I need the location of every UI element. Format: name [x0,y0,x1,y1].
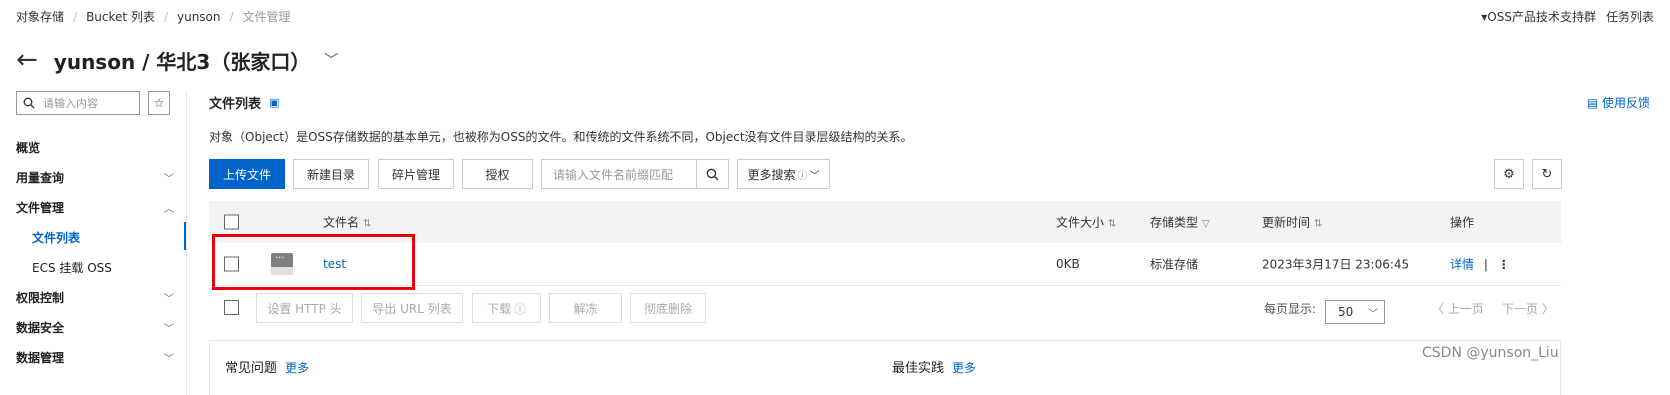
chevron-down-icon: ﹀ [164,353,174,365]
next-page-button[interactable]: 下一页 〉 [1502,300,1554,317]
sidebar-item-usage[interactable]: 用量查询 ﹀ [0,162,186,192]
upload-button[interactable]: 上传文件 [209,159,285,189]
page-size-label: 每页显示: [1264,302,1317,316]
column-header-size[interactable]: 文件大小 ⇅ [1056,214,1116,231]
clipboard-icon[interactable]: ▣ [269,96,279,109]
sidebar-nav: 概览 用量查询 ﹀ 文件管理 ︿ 文件列表 ECS 挂载 OSS 权限控制 ﹀ 数据安… [0,132,186,372]
help-panel: 常见问题 更多 最佳实践 更多 [209,340,1561,395]
chevron-down-icon: ﹀ [1368,308,1378,320]
column-header-storage[interactable]: 存储类型 ▽ [1150,214,1210,231]
file-search-input[interactable]: 请输入文件名前缀匹配 [541,159,729,189]
refresh-icon[interactable]: ↻ [1532,159,1562,189]
chevron-down-icon: ﹀ [164,173,174,185]
filter-icon: ▽ [1202,218,1210,230]
breadcrumb-sep: / [163,10,168,24]
help-icon: ⓘ [514,301,527,316]
export-url-button[interactable]: 导出 URL 列表 [361,293,463,323]
feedback-link[interactable]: ▤ 使用反馈 [1587,94,1650,111]
sidebar-item-overview[interactable]: 概览 [0,132,186,162]
sidebar-divider [186,91,187,395]
sidebar-item-ecs-mount[interactable]: ECS 挂载 OSS [0,252,186,282]
fragment-management-button[interactable]: 碎片管理 [378,159,454,189]
file-search-placeholder: 请输入文件名前缀匹配 [553,167,674,182]
updated-time: 2023年3月17日 23:06:45 [1262,257,1410,272]
section-title: 文件列表 ▣ [209,96,280,112]
description-text: 对象（Object）是OSS存储数据的基本单元，也被称为OSS的文件。和传统的文… [209,130,913,144]
top-right-links: ▾OSS产品技术支持群 任务列表 [1471,8,1654,25]
prev-page-button[interactable]: 〈 上一页 [1432,300,1484,317]
sidebar-item-data-security[interactable]: 数据安全 ﹀ [0,312,186,342]
sidebar-search-placeholder: 请输入内容 [43,97,98,110]
help-icon: ⓘ [797,170,808,182]
sidebar-item-permission[interactable]: 权限控制 ﹀ [0,282,186,312]
task-list-link[interactable]: 任务列表 [1606,10,1654,24]
bulk-select-checkbox[interactable] [224,300,239,315]
chevron-left-icon: 〈 [1432,302,1448,316]
support-group-link[interactable]: ▾OSS产品技术支持群 [1481,10,1596,24]
back-arrow-icon[interactable]: ← [16,47,38,73]
breadcrumb-item-oss[interactable]: 对象存储 [16,8,64,25]
breadcrumb-sep: / [73,10,78,24]
region-switch-chevron-icon[interactable]: ﹀ [324,50,338,70]
breadcrumb-item-bucket[interactable]: yunson [177,10,221,24]
permanent-delete-button[interactable]: 彻底删除 [630,293,706,323]
file-size: 0KB [1056,257,1080,271]
page-title-row: ← yunson / 华北3（张家口） ﹀ [16,44,338,76]
sort-icon: ⇅ [363,218,372,230]
sidebar-item-file-list[interactable]: 文件列表 [0,222,186,252]
sidebar-item-file-management[interactable]: 文件管理 ︿ [0,192,186,222]
breadcrumb-item-bucket-list[interactable]: Bucket 列表 [86,8,155,25]
feedback-icon: ▤ [1586,96,1602,110]
column-header-name[interactable]: 文件名 ⇅ [323,214,371,231]
chevron-up-icon: ︿ [164,203,174,215]
search-icon [23,97,35,109]
sidebar-search-input[interactable]: 请输入内容 [16,91,140,115]
best-practice-more-link[interactable]: 更多 [952,361,976,375]
more-search-button[interactable]: 更多搜索 ⓘ ﹀ [737,159,830,189]
sidebar-item-data-management[interactable]: 数据管理 ﹀ [0,342,186,372]
faq-heading: 常见问题 更多 [225,361,310,376]
detail-link[interactable]: 详情 [1450,258,1474,272]
favorite-star-icon[interactable]: ☆ [148,91,170,115]
download-button[interactable]: 下载 ⓘ [472,293,541,323]
settings-gear-icon[interactable]: ⚙ [1494,159,1524,189]
breadcrumb-sep: / [229,10,234,24]
chevron-down-icon: ﹀ [164,293,174,305]
set-http-header-button[interactable]: 设置 HTTP 头 [256,293,353,323]
sidebar-active-indicator [184,222,186,250]
storage-type: 标准存储 [1150,257,1199,272]
unfreeze-button[interactable]: 解冻 [549,293,622,323]
chevron-right-icon: 〉 [1538,302,1554,316]
authorize-button[interactable]: 授权 [462,159,533,189]
sort-icon: ⇅ [1314,218,1323,230]
best-practice-heading: 最佳实践 更多 [892,361,977,376]
chevron-down-icon: ﹀ [809,170,820,182]
column-header-updated[interactable]: 更新时间 ⇅ [1262,214,1322,231]
row-actions: 详情 | ⋮ [1450,256,1510,273]
action-divider: | [1483,257,1488,272]
sort-icon: ⇅ [1108,218,1117,230]
page-title: yunson / 华北3（张家口） [53,49,311,74]
breadcrumb-item-current: 文件管理 [242,10,291,24]
faq-more-link[interactable]: 更多 [285,361,309,375]
more-actions-icon[interactable]: ⋮ [1498,258,1510,272]
page-size-select[interactable]: 50 ﹀ [1325,300,1385,324]
select-all-checkbox[interactable] [224,214,239,230]
breadcrumb: 对象存储 / Bucket 列表 / yunson / 文件管理 [16,8,291,25]
chevron-down-icon: ﹀ [164,323,174,335]
highlight-box [212,234,415,290]
new-directory-button[interactable]: 新建目录 [293,159,369,189]
watermark: CSDN @yunson_Liu [1422,345,1559,361]
search-icon[interactable] [696,160,728,188]
column-header-actions: 操作 [1450,215,1475,230]
